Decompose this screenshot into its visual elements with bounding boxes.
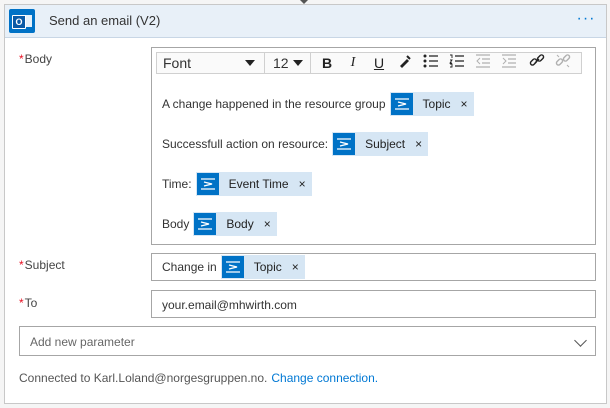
- connected-text: Connected to Karl.Loland@norgesgruppen.n…: [19, 371, 268, 385]
- font-size-dropdown[interactable]: 12: [267, 53, 311, 73]
- dynamic-token[interactable]: Event Time ×: [195, 172, 312, 196]
- unlink-icon[interactable]: [551, 53, 575, 73]
- action-card: O Send an email (V2) ··· *Body Font 12 B…: [4, 4, 607, 404]
- subject-content: Change in Topic ×: [162, 255, 305, 279]
- body-line-text: A change happened in the resource group: [162, 97, 386, 111]
- to-label-text: To: [24, 296, 38, 310]
- event-grid-icon: [390, 93, 413, 115]
- highlight-icon[interactable]: [393, 53, 417, 73]
- body-line: Successfull action on resource: Subject …: [162, 132, 429, 156]
- font-size-value: 12: [273, 55, 289, 71]
- body-label: *Body: [19, 52, 52, 66]
- bullet-list-icon[interactable]: [419, 53, 443, 73]
- subject-label: *Subject: [19, 258, 65, 272]
- body-editor[interactable]: Font 12 B I U A change happened in the r…: [151, 47, 596, 245]
- subject-label-text: Subject: [24, 258, 65, 272]
- required-mark: *: [19, 258, 24, 272]
- body-line-text: Successfull action on resource:: [162, 137, 329, 151]
- subject-field[interactable]: Change in Topic ×: [151, 253, 596, 281]
- dynamic-token[interactable]: Topic ×: [389, 92, 474, 116]
- remove-token-icon[interactable]: ×: [415, 137, 422, 151]
- bold-button[interactable]: B: [315, 53, 339, 73]
- card-header[interactable]: O Send an email (V2) ···: [5, 5, 606, 38]
- token-label: Topic: [422, 97, 451, 111]
- italic-button[interactable]: I: [341, 53, 365, 73]
- event-grid-icon: [221, 256, 244, 278]
- action-title: Send an email (V2): [49, 13, 161, 28]
- change-connection-link[interactable]: Change connection.: [271, 371, 378, 385]
- dynamic-token[interactable]: Subject ×: [332, 132, 429, 156]
- body-line: Body Body ×: [162, 212, 277, 236]
- dynamic-token[interactable]: Topic ×: [220, 255, 305, 279]
- remove-token-icon[interactable]: ×: [292, 260, 299, 274]
- more-options-icon[interactable]: ···: [576, 9, 596, 29]
- to-label: *To: [19, 296, 37, 310]
- increase-indent-icon[interactable]: [497, 53, 521, 73]
- add-parameter-placeholder: Add new parameter: [30, 335, 135, 349]
- to-value: your.email@mhwirth.com: [162, 298, 297, 312]
- subject-text: Change in: [162, 260, 217, 274]
- required-mark: *: [19, 296, 24, 310]
- add-parameter-dropdown[interactable]: Add new parameter: [19, 326, 596, 356]
- chevron-down-icon: [574, 334, 587, 347]
- numbered-list-icon[interactable]: [445, 53, 469, 73]
- event-grid-icon: [333, 133, 356, 155]
- remove-token-icon[interactable]: ×: [299, 177, 306, 191]
- remove-token-icon[interactable]: ×: [461, 97, 468, 111]
- dynamic-token[interactable]: Body ×: [193, 212, 277, 236]
- to-content: your.email@mhwirth.com: [162, 293, 297, 317]
- event-grid-icon: [194, 213, 217, 235]
- chevron-down-icon: [293, 60, 303, 66]
- token-label: Event Time: [228, 177, 289, 191]
- token-label: Body: [226, 217, 254, 231]
- body-label-text: Body: [24, 52, 53, 66]
- chevron-down-icon: [245, 60, 255, 66]
- body-line-text: Body: [162, 217, 190, 231]
- token-label: Subject: [365, 137, 406, 151]
- token-label: Topic: [253, 260, 282, 274]
- remove-token-icon[interactable]: ×: [264, 217, 271, 231]
- rich-text-toolbar: Font 12 B I U: [156, 52, 582, 74]
- outlook-icon: O: [9, 9, 35, 33]
- link-icon[interactable]: [525, 53, 549, 73]
- decrease-indent-icon[interactable]: [471, 53, 495, 73]
- font-dropdown-value: Font: [163, 55, 192, 71]
- body-line: Time: Event Time ×: [162, 172, 312, 196]
- connection-info: Connected to Karl.Loland@norgesgruppen.n…: [19, 371, 378, 385]
- required-mark: *: [19, 52, 24, 66]
- body-line-text: Time:: [162, 177, 192, 191]
- to-field[interactable]: your.email@mhwirth.com: [151, 290, 596, 318]
- body-line: A change happened in the resource group …: [162, 92, 474, 116]
- font-dropdown[interactable]: Font: [157, 53, 265, 73]
- underline-button[interactable]: U: [367, 53, 391, 73]
- event-grid-icon: [196, 173, 219, 195]
